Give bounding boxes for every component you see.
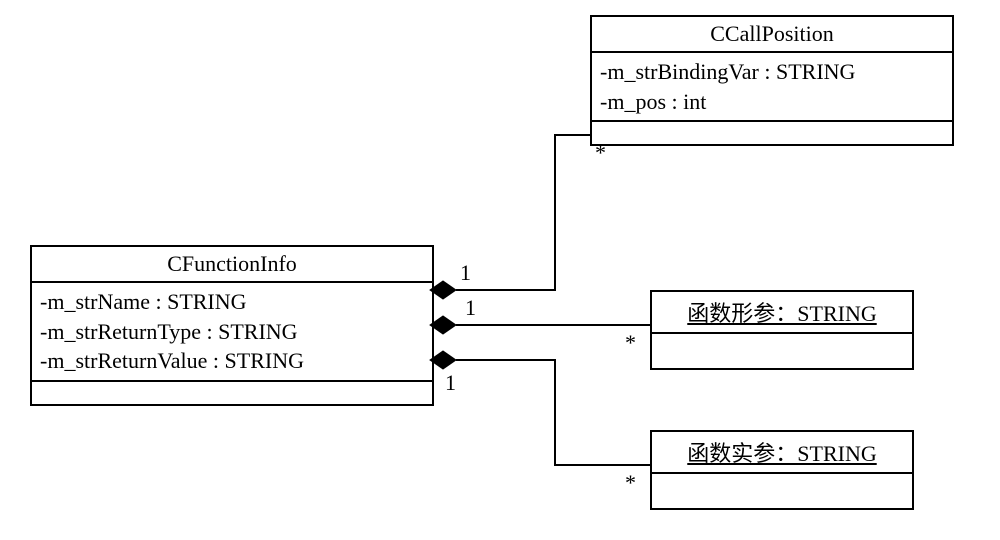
assoc-line-arg xyxy=(456,360,650,465)
class-attrs: -m_strName : STRING -m_strReturnType : S… xyxy=(32,283,432,382)
object-body-empty xyxy=(652,334,912,368)
multiplicity-label: * xyxy=(625,330,636,356)
class-ops-empty xyxy=(32,382,432,404)
object-body-empty xyxy=(652,474,912,508)
class-title-text: CCallPosition xyxy=(710,21,833,46)
uml-canvas: { "classes": { "cFunctionInfo": { "name"… xyxy=(0,0,1000,540)
assoc-line-callposition xyxy=(456,135,590,290)
object-title: 函数实参：STRING xyxy=(652,432,912,474)
object-title-text: 函数形参：STRING xyxy=(687,301,876,326)
object-arg: 函数实参：STRING xyxy=(650,430,914,510)
attr-line: -m_pos : int xyxy=(600,87,944,117)
class-attrs: -m_strBindingVar : STRING -m_pos : int xyxy=(592,53,952,122)
class-title: CFunctionInfo xyxy=(32,247,432,283)
class-ops-empty xyxy=(592,122,952,144)
multiplicity-label: 1 xyxy=(445,370,456,396)
object-param: 函数形参：STRING xyxy=(650,290,914,370)
class-ccallposition: CCallPosition -m_strBindingVar : STRING … xyxy=(590,15,954,146)
class-title: CCallPosition xyxy=(592,17,952,53)
attr-line: -m_strName : STRING xyxy=(40,287,424,317)
attr-line: -m_strBindingVar : STRING xyxy=(600,57,944,87)
multiplicity-label: 1 xyxy=(460,260,471,286)
object-title-text: 函数实参：STRING xyxy=(687,441,876,466)
attr-line: -m_strReturnValue : STRING xyxy=(40,346,424,376)
class-title-text: CFunctionInfo xyxy=(167,251,297,276)
object-title: 函数形参：STRING xyxy=(652,292,912,334)
multiplicity-label: * xyxy=(595,140,606,166)
multiplicity-label: * xyxy=(625,470,636,496)
class-cfunctioninfo: CFunctionInfo -m_strName : STRING -m_str… xyxy=(30,245,434,406)
attr-line: -m_strReturnType : STRING xyxy=(40,317,424,347)
multiplicity-label: 1 xyxy=(465,295,476,321)
